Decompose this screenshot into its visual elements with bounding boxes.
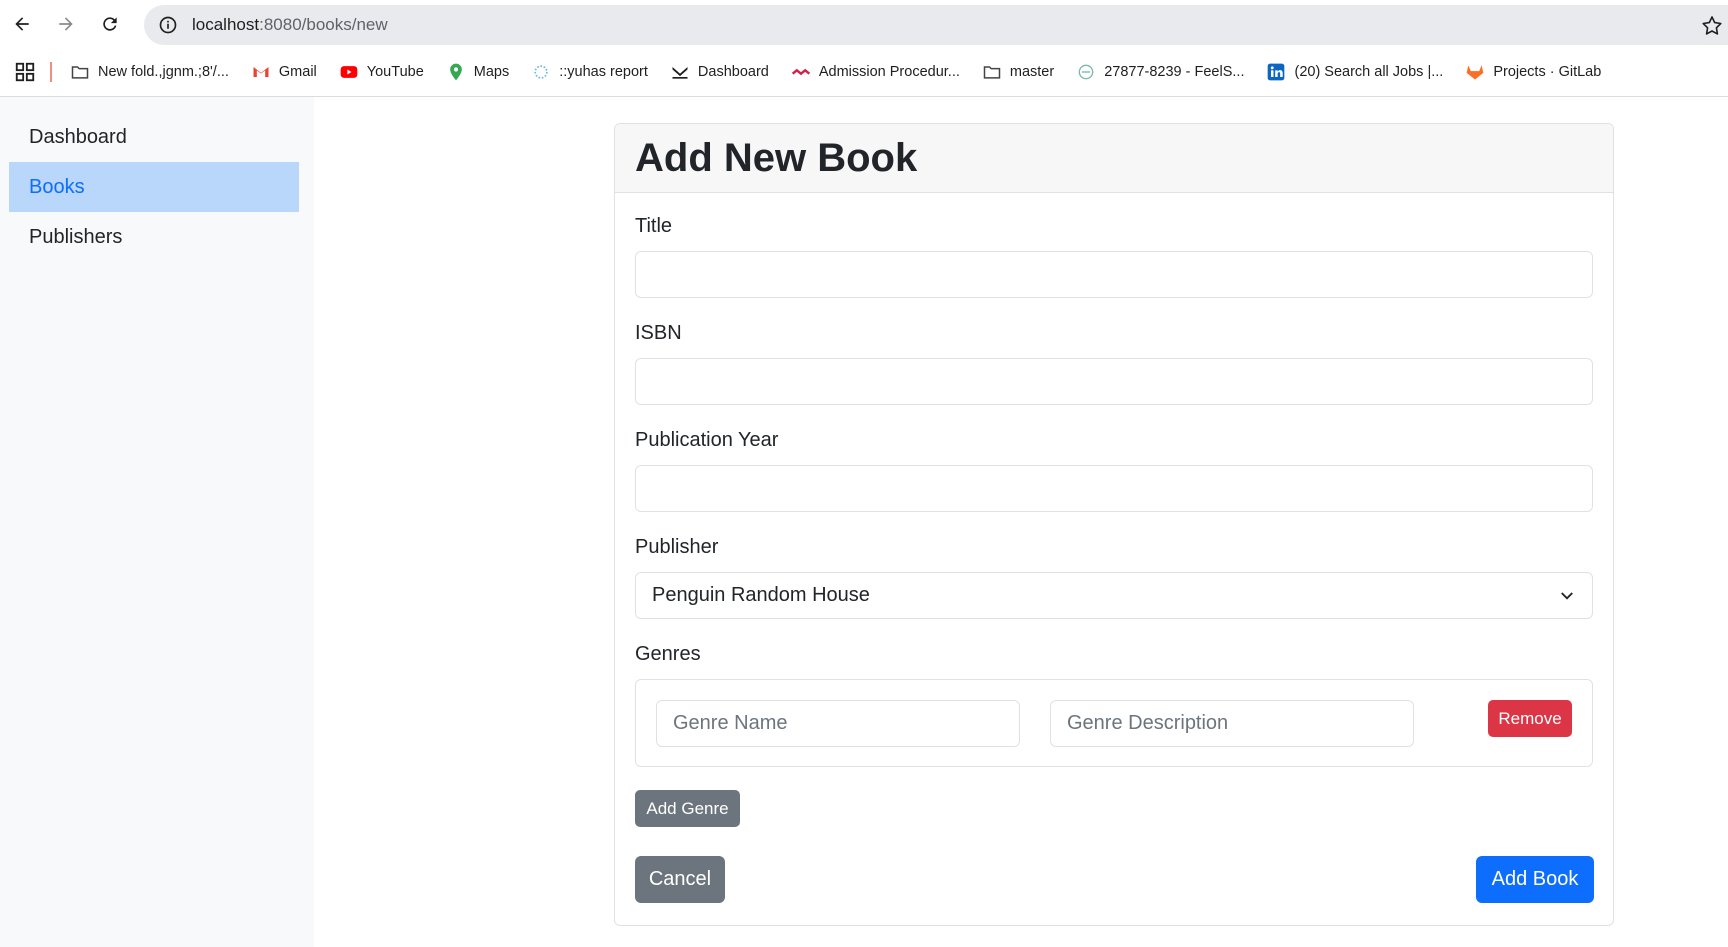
cancel-button[interactable]: Cancel xyxy=(635,856,725,903)
folder-icon xyxy=(70,62,90,82)
url-host: localhost xyxy=(192,15,260,34)
bookmark-item[interactable]: master xyxy=(982,62,1054,82)
title-input[interactable] xyxy=(635,251,1593,298)
linkedin-icon xyxy=(1266,62,1286,82)
bookmark-item[interactable]: (20) Search all Jobs |... xyxy=(1266,62,1443,82)
check-icon xyxy=(670,62,690,82)
sidebar-item-dashboard[interactable]: Dashboard xyxy=(9,112,305,162)
publisher-select[interactable]: Penguin Random House xyxy=(635,572,1593,619)
page-title: Add New Book xyxy=(635,135,918,180)
info-icon[interactable] xyxy=(158,15,178,35)
sidebar: Dashboard Books Publishers xyxy=(0,97,314,947)
isbn-input[interactable] xyxy=(635,358,1593,405)
publisher-selected-value: Penguin Random House xyxy=(652,584,870,606)
publisher-label: Publisher xyxy=(635,536,719,558)
bookmarks-bar: New fold.,jgnm.;8'/... Gmail YouTube Map… xyxy=(0,48,1728,97)
sun-icon xyxy=(531,62,551,82)
bookmark-star-icon[interactable] xyxy=(1700,14,1724,38)
folder-icon xyxy=(982,62,1002,82)
bookmark-item[interactable]: Gmail xyxy=(251,62,317,82)
bookmarks-divider xyxy=(50,62,52,82)
forward-button[interactable] xyxy=(52,10,80,38)
gitlab-icon xyxy=(1465,62,1485,82)
arrow-right-icon xyxy=(59,17,73,31)
bookmark-item[interactable]: YouTube xyxy=(339,62,424,82)
add-book-card: Add New Book Title ISBN Publication Year… xyxy=(614,123,1614,926)
add-genre-button[interactable]: Add Genre xyxy=(635,790,740,827)
genre-name-input[interactable]: Genre Name xyxy=(656,700,1020,747)
isbn-label: ISBN xyxy=(635,322,682,344)
maps-icon xyxy=(446,62,466,82)
bookmark-item[interactable]: Admission Procedur... xyxy=(791,62,960,82)
bookmark-item[interactable]: New fold.,jgnm.;8'/... xyxy=(70,62,229,82)
youtube-icon xyxy=(339,62,359,82)
reload-button[interactable] xyxy=(96,10,124,38)
bookmark-item[interactable]: Maps xyxy=(446,62,509,82)
url-path: :8080/books/new xyxy=(259,15,388,34)
sidebar-item-books[interactable]: Books xyxy=(9,162,299,212)
publication-year-input[interactable] xyxy=(635,465,1593,512)
back-button[interactable] xyxy=(8,10,36,38)
bookmark-item[interactable]: ::yuhas report xyxy=(531,62,648,82)
genre-row: Genre Name Genre Description Remove xyxy=(635,679,1593,767)
remove-genre-button[interactable]: Remove xyxy=(1488,700,1572,737)
reload-icon xyxy=(103,17,117,31)
publication-year-label: Publication Year xyxy=(635,429,779,451)
gmail-icon xyxy=(251,62,271,82)
apps-grid-icon[interactable] xyxy=(14,61,36,83)
bookmark-item[interactable]: Projects · GitLab xyxy=(1465,62,1601,82)
address-bar[interactable]: localhost:8080/books/new xyxy=(144,5,1728,45)
browser-toolbar: localhost:8080/books/new xyxy=(0,0,1728,48)
add-book-button[interactable]: Add Book xyxy=(1476,856,1594,903)
genres-label: Genres xyxy=(635,643,701,665)
genre-description-input[interactable]: Genre Description xyxy=(1050,700,1414,747)
site-icon xyxy=(791,62,811,82)
site-icon xyxy=(1076,62,1096,82)
bookmark-item[interactable]: Dashboard xyxy=(670,62,769,82)
title-label: Title xyxy=(635,215,673,237)
arrow-left-icon xyxy=(15,17,29,31)
chevron-down-icon xyxy=(1561,592,1573,600)
card-header: Add New Book xyxy=(615,124,1613,193)
sidebar-item-publishers[interactable]: Publishers xyxy=(9,212,305,262)
bookmark-item[interactable]: 27877-8239 - FeelS... xyxy=(1076,62,1244,82)
